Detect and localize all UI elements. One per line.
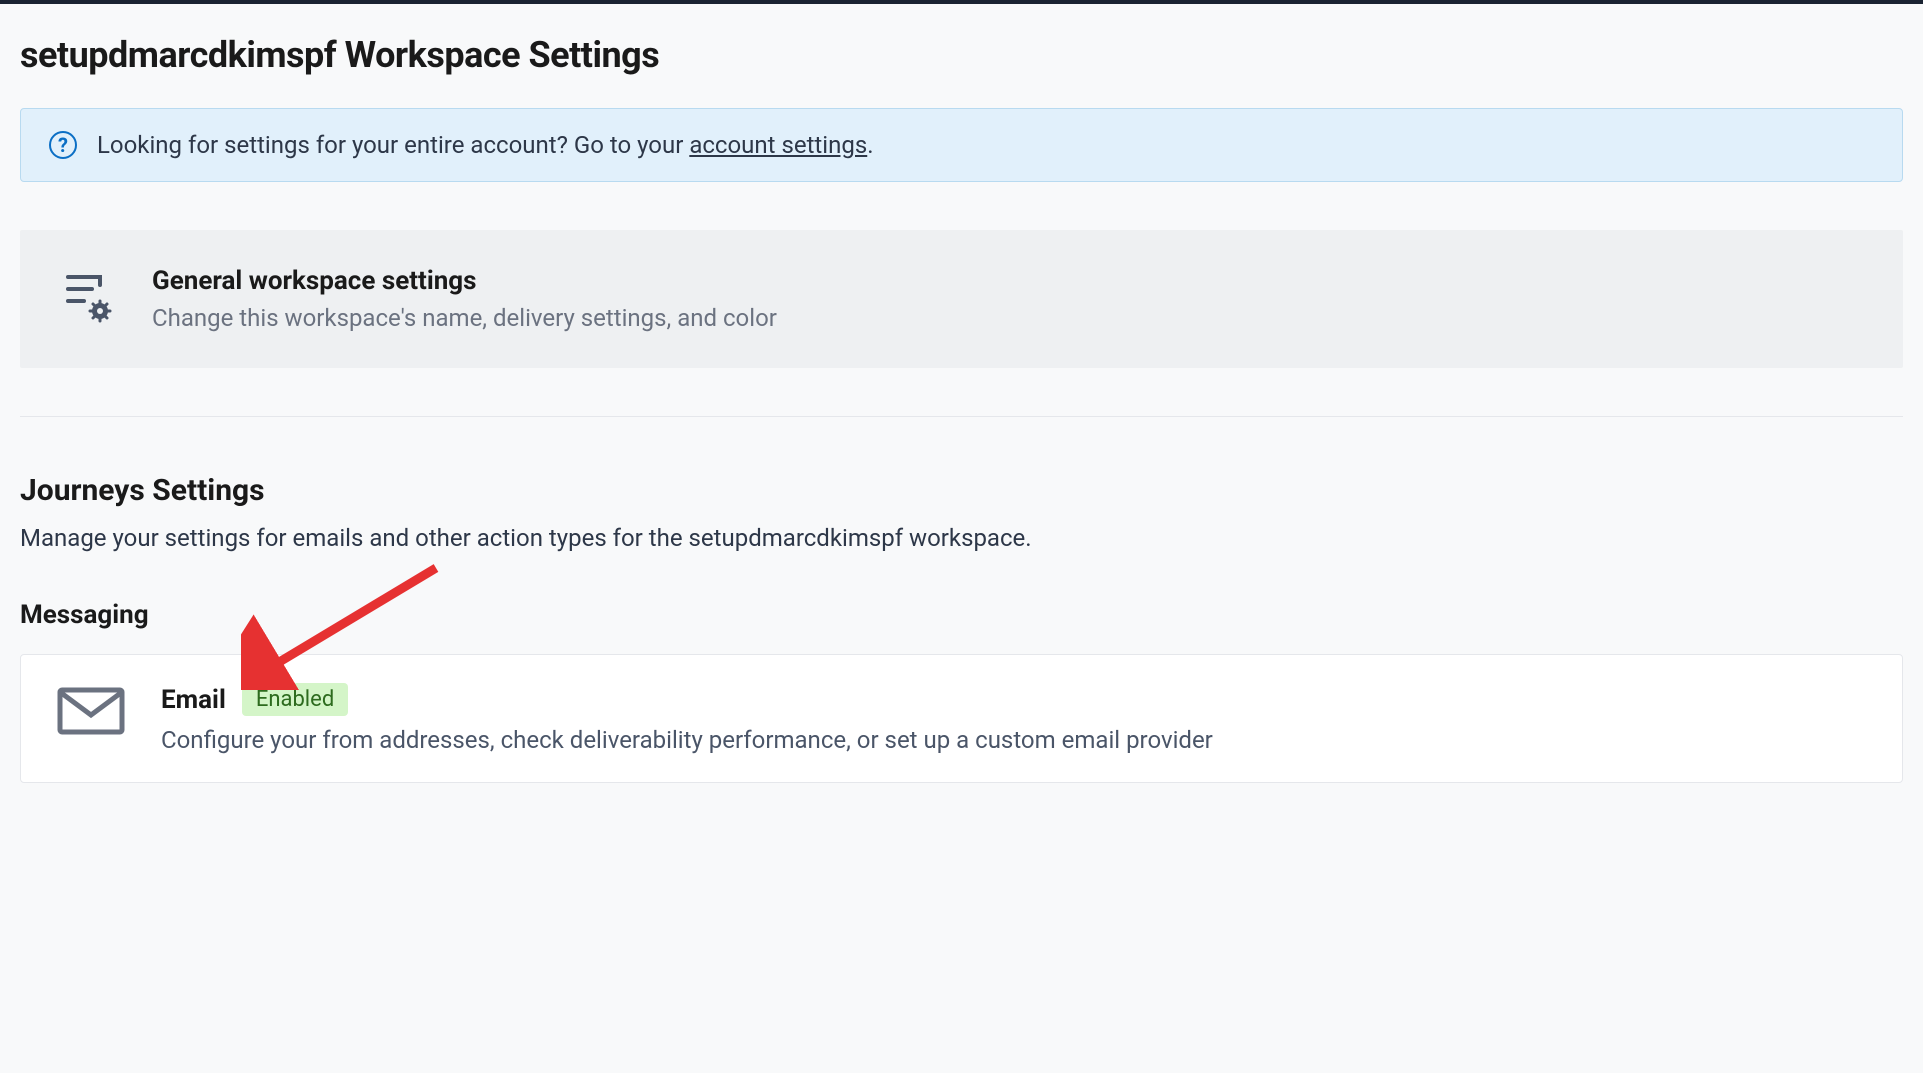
email-card-desc: Configure your from addresses, check del… (161, 726, 1866, 754)
status-badge: Enabled (242, 683, 348, 716)
account-settings-link[interactable]: account settings (689, 131, 867, 159)
journeys-section-subtitle: Manage your settings for emails and othe… (20, 524, 1903, 552)
info-banner-text-before: Looking for settings for your entire acc… (97, 131, 689, 159)
info-banner: ? Looking for settings for your entire a… (20, 108, 1903, 182)
general-settings-desc: Change this workspace's name, delivery s… (152, 304, 1863, 332)
section-divider (20, 416, 1903, 417)
help-icon: ? (49, 131, 77, 159)
messaging-subsection-title: Messaging (20, 600, 1903, 630)
page-title: setupdmarcdkimspf Workspace Settings (20, 34, 1903, 76)
info-banner-text-after: . (867, 131, 873, 159)
info-banner-text: Looking for settings for your entire acc… (97, 131, 874, 159)
email-card-title: Email (161, 685, 226, 715)
envelope-icon (57, 687, 125, 743)
email-settings-card[interactable]: Email Enabled Configure your from addres… (20, 654, 1903, 783)
journeys-section-title: Journeys Settings (20, 473, 1903, 508)
general-settings-card[interactable]: General workspace settings Change this w… (20, 230, 1903, 368)
document-gear-icon (60, 271, 116, 327)
general-settings-title: General workspace settings (152, 266, 1863, 296)
